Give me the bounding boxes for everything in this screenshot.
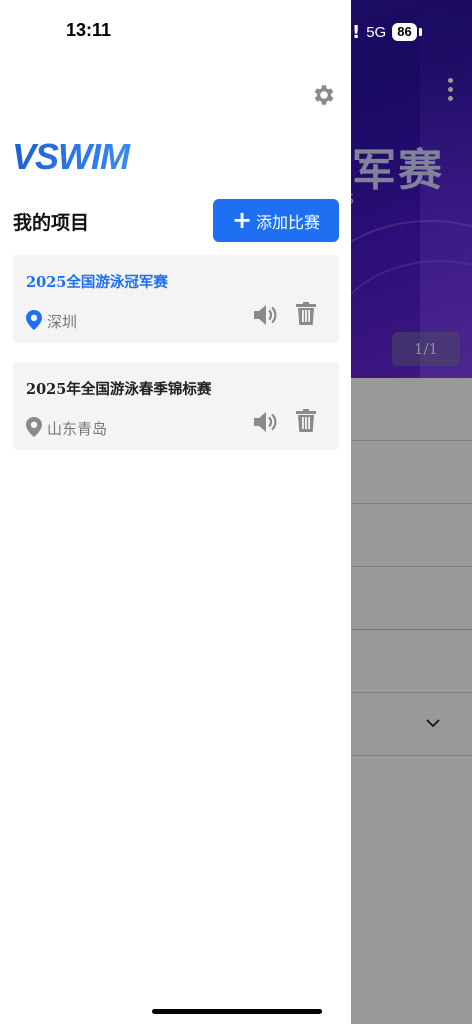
network-label: 5G [366,23,387,41]
trash-icon[interactable] [296,302,316,325]
battery-level: 86 [392,23,417,41]
home-indicator[interactable] [152,1009,322,1014]
svg-text:VSWIM: VSWIM [12,138,131,174]
battery-icon [418,28,422,36]
project-card[interactable]: 2025全国游泳冠军赛 深圳 [13,255,339,343]
location-pin-icon [26,417,42,437]
add-competition-button[interactable]: + 添加比赛 [213,199,339,242]
speaker-icon[interactable] [253,303,279,327]
trash-icon[interactable] [296,409,316,432]
plus-icon: + [231,205,253,234]
status-indicators: ! 5G 86 [352,20,422,44]
location-pin-icon [26,310,42,330]
gear-icon[interactable] [311,82,337,108]
project-location: 山东青岛 [47,420,108,438]
section-title: 我的项目 [13,212,90,234]
vswim-logo: VSWIM [12,138,132,174]
speaker-icon[interactable] [253,410,279,434]
alert-icon: ! [352,21,361,43]
project-title: 2025全国游泳冠军赛 [26,274,168,291]
project-card[interactable]: 2025年全国游泳春季锦标赛 山东青岛 [13,362,339,450]
project-location: 深圳 [47,313,78,331]
side-drawer: 13:11 VSWIM 我的项目 + 添加比赛 2025全国游泳冠军赛 深圳 2… [0,0,351,1024]
status-time: 13:11 [66,20,112,40]
project-title: 2025年全国游泳春季锦标赛 [26,381,212,398]
add-button-label: 添加比赛 [256,212,321,232]
